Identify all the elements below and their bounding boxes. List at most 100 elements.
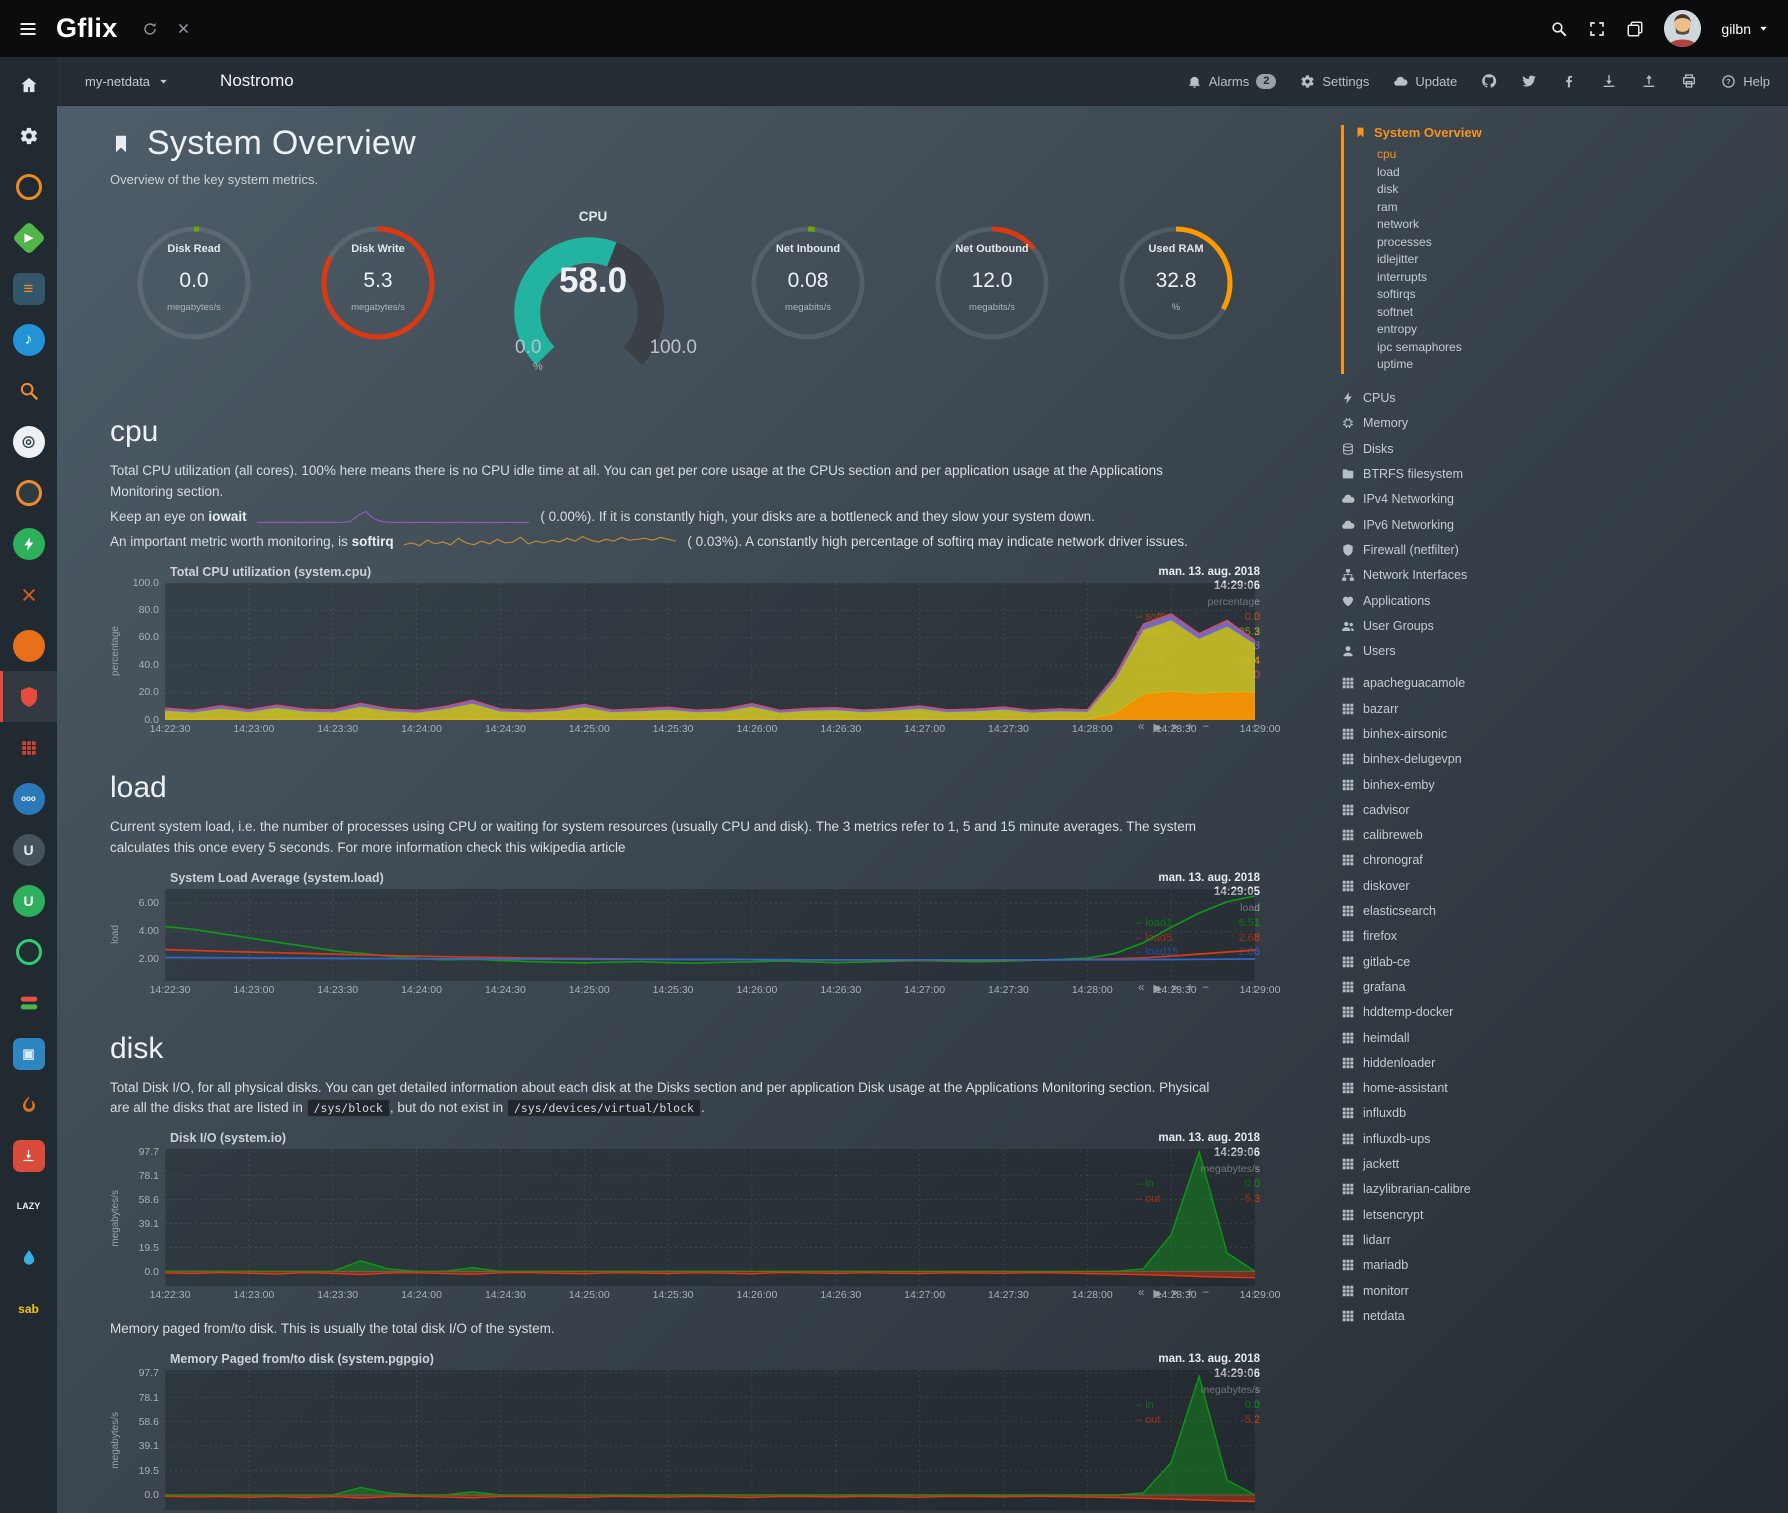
- sidebar-item-gitlab-ce[interactable]: gitlab-ce: [1341, 949, 1788, 974]
- sidebar-subitem-uptime[interactable]: uptime: [1377, 356, 1788, 374]
- sidebar-item-binhex-airsonic[interactable]: binhex-airsonic: [1341, 721, 1788, 746]
- sidebar-item-netdata[interactable]: netdata: [1341, 1303, 1788, 1328]
- user-menu[interactable]: gilbn: [1721, 21, 1770, 37]
- sidebar-item-monitorr[interactable]: monitorr: [1341, 1278, 1788, 1303]
- app-shortcut-app-orange-circle[interactable]: [0, 620, 57, 671]
- settings-button[interactable]: Settings: [1300, 74, 1369, 89]
- update-button[interactable]: Update: [1393, 74, 1457, 89]
- sidebar-item-home-assistant[interactable]: home-assistant: [1341, 1076, 1788, 1101]
- app-shortcut-app-u-grey[interactable]: U: [0, 824, 57, 875]
- app-shortcut-home[interactable]: [0, 59, 57, 110]
- facebook-link[interactable]: [1561, 73, 1577, 89]
- app-shortcut-app-cross[interactable]: [0, 569, 57, 620]
- system-pgpgio-chart[interactable]: Memory Paged from/to disk (system.pgpgio…: [110, 1352, 1260, 1513]
- app-shortcut-app-cloud-blue[interactable]: ooo: [0, 773, 57, 824]
- sidebar-item-grafana[interactable]: grafana: [1341, 974, 1788, 999]
- avatar[interactable]: [1664, 10, 1701, 47]
- sidebar-item-influxdb[interactable]: influxdb: [1341, 1101, 1788, 1126]
- app-shortcut-app-shield[interactable]: [0, 671, 57, 722]
- sidebar-subitem-network[interactable]: network: [1377, 216, 1788, 234]
- app-shortcut-app-orange-ring[interactable]: [0, 161, 57, 212]
- fullscreen-icon[interactable]: [1588, 20, 1606, 38]
- sidebar-item-system-overview[interactable]: System Overview: [1354, 125, 1788, 140]
- sidebar-item-hiddenloader[interactable]: hiddenloader: [1341, 1050, 1788, 1075]
- sidebar-item-disks[interactable]: Disks: [1341, 436, 1788, 461]
- sidebar-item-ipv6-networking[interactable]: IPv6 Networking: [1341, 512, 1788, 537]
- sidebar-item-heimdall[interactable]: heimdall: [1341, 1025, 1788, 1050]
- sidebar-item-users[interactable]: Users: [1341, 638, 1788, 663]
- gauge-disk-read[interactable]: Disk Read0.0megabytes/s: [119, 225, 269, 341]
- github-link[interactable]: [1481, 73, 1497, 89]
- sidebar-item-jackett[interactable]: jackett: [1341, 1151, 1788, 1176]
- app-shortcut-app-grid-red[interactable]: [0, 722, 57, 773]
- sidebar-item-lazylibrarian-calibre[interactable]: lazylibrarian-calibre: [1341, 1177, 1788, 1202]
- app-shortcut-app-white-circle[interactable]: ◎: [0, 416, 57, 467]
- server-selector[interactable]: my-netdata: [75, 74, 180, 89]
- sidebar-subitem-ram[interactable]: ram: [1377, 199, 1788, 217]
- app-shortcut-app-blue-box[interactable]: ≡: [0, 263, 57, 314]
- chart-plot-area[interactable]: [165, 583, 1255, 720]
- sidebar-item-calibreweb[interactable]: calibreweb: [1341, 823, 1788, 848]
- sidebar-item-mariadb[interactable]: mariadb: [1341, 1253, 1788, 1278]
- sidebar-item-lidarr[interactable]: lidarr: [1341, 1227, 1788, 1252]
- app-shortcut-app-lazy[interactable]: LAZY: [0, 1181, 57, 1232]
- gauge-used-ram[interactable]: Used RAM32.8%: [1101, 225, 1251, 341]
- sidebar-subitem-softnet[interactable]: softnet: [1377, 304, 1788, 322]
- sidebar-subitem-cpu[interactable]: cpu: [1377, 146, 1788, 164]
- app-shortcut-app-ring-green[interactable]: [0, 926, 57, 977]
- sidebar-item-influxdb-ups[interactable]: influxdb-ups: [1341, 1126, 1788, 1151]
- print-button[interactable]: [1681, 73, 1697, 89]
- app-shortcut-app-blue-square[interactable]: ▣: [0, 1028, 57, 1079]
- refresh-tab-button[interactable]: [142, 21, 158, 37]
- sidebar-item-bazarr[interactable]: bazarr: [1341, 696, 1788, 721]
- sidebar-item-letsencrypt[interactable]: letsencrypt: [1341, 1202, 1788, 1227]
- app-shortcut-app-dark-ring[interactable]: [0, 467, 57, 518]
- close-tab-button[interactable]: [176, 21, 191, 36]
- app-shortcut-app-search[interactable]: [0, 365, 57, 416]
- app-shortcut-app-u-green[interactable]: U: [0, 875, 57, 926]
- sidebar-item-cadvisor[interactable]: cadvisor: [1341, 797, 1788, 822]
- sidebar-item-chronograf[interactable]: chronograf: [1341, 848, 1788, 873]
- chart-plot-area[interactable]: [165, 1370, 1255, 1510]
- sidebar-item-binhex-delugevpn[interactable]: binhex-delugevpn: [1341, 747, 1788, 772]
- app-shortcut-app-sab[interactable]: sab: [0, 1283, 57, 1334]
- system-load-chart[interactable]: System Load Average (system.load)load6.0…: [110, 871, 1260, 998]
- app-shortcut-settings[interactable]: [0, 110, 57, 161]
- app-shortcut-app-drop[interactable]: [0, 1232, 57, 1283]
- sidebar-item-firefox[interactable]: firefox: [1341, 924, 1788, 949]
- app-shortcut-app-download-red[interactable]: [0, 1130, 57, 1181]
- menu-button[interactable]: [18, 19, 38, 39]
- sidebar-item-network-interfaces[interactable]: Network Interfaces: [1341, 563, 1788, 588]
- sidebar-subitem-processes[interactable]: processes: [1377, 234, 1788, 252]
- app-shortcut-app-flame[interactable]: [0, 1079, 57, 1130]
- sidebar-item-hddtemp-docker[interactable]: hddtemp-docker: [1341, 1000, 1788, 1025]
- app-shortcut-app-green-bolt[interactable]: [0, 518, 57, 569]
- twitter-link[interactable]: [1521, 73, 1537, 89]
- sidebar-subitem-interrupts[interactable]: interrupts: [1377, 269, 1788, 287]
- sidebar-subitem-load[interactable]: load: [1377, 164, 1788, 182]
- gauge-net-outbound[interactable]: Net Outbound12.0megabits/s: [917, 225, 1067, 341]
- gauge-cpu[interactable]: CPU58.00.0100.0%: [487, 209, 699, 381]
- sidebar-item-btrfs-filesystem[interactable]: BTRFS filesystem: [1341, 461, 1788, 486]
- sidebar-item-apacheguacamole[interactable]: apacheguacamole: [1341, 671, 1788, 696]
- sidebar-subitem-disk[interactable]: disk: [1377, 181, 1788, 199]
- system-cpu-chart[interactable]: Total CPU utilization (system.cpu)percen…: [110, 565, 1260, 737]
- alarms-button[interactable]: Alarms 2: [1187, 74, 1277, 89]
- gauge-disk-write[interactable]: Disk Write5.3megabytes/s: [303, 225, 453, 341]
- window-switcher-icon[interactable]: [1626, 20, 1644, 38]
- sidebar-subitem-entropy[interactable]: entropy: [1377, 321, 1788, 339]
- help-button[interactable]: Help: [1721, 74, 1770, 89]
- sidebar-subitem-idlejitter[interactable]: idlejitter: [1377, 251, 1788, 269]
- search-icon[interactable]: [1550, 20, 1568, 38]
- app-shortcut-app-green-diamond[interactable]: ▶: [0, 212, 57, 263]
- sidebar-item-binhex-emby[interactable]: binhex-emby: [1341, 772, 1788, 797]
- import-snapshot-button[interactable]: [1641, 73, 1657, 89]
- sidebar-subitem-softirqs[interactable]: softirqs: [1377, 286, 1788, 304]
- sidebar-item-cpus[interactable]: CPUs: [1341, 386, 1788, 411]
- sidebar-item-memory[interactable]: Memory: [1341, 411, 1788, 436]
- sidebar-item-elasticsearch[interactable]: elasticsearch: [1341, 898, 1788, 923]
- app-shortcut-app-pills[interactable]: [0, 977, 57, 1028]
- system-io-chart[interactable]: Disk I/O (system.io)megabytes/s97.778.15…: [110, 1131, 1260, 1303]
- sidebar-subitem-ipc-semaphores[interactable]: ipc semaphores: [1377, 339, 1788, 357]
- app-shortcut-app-music[interactable]: ♪: [0, 314, 57, 365]
